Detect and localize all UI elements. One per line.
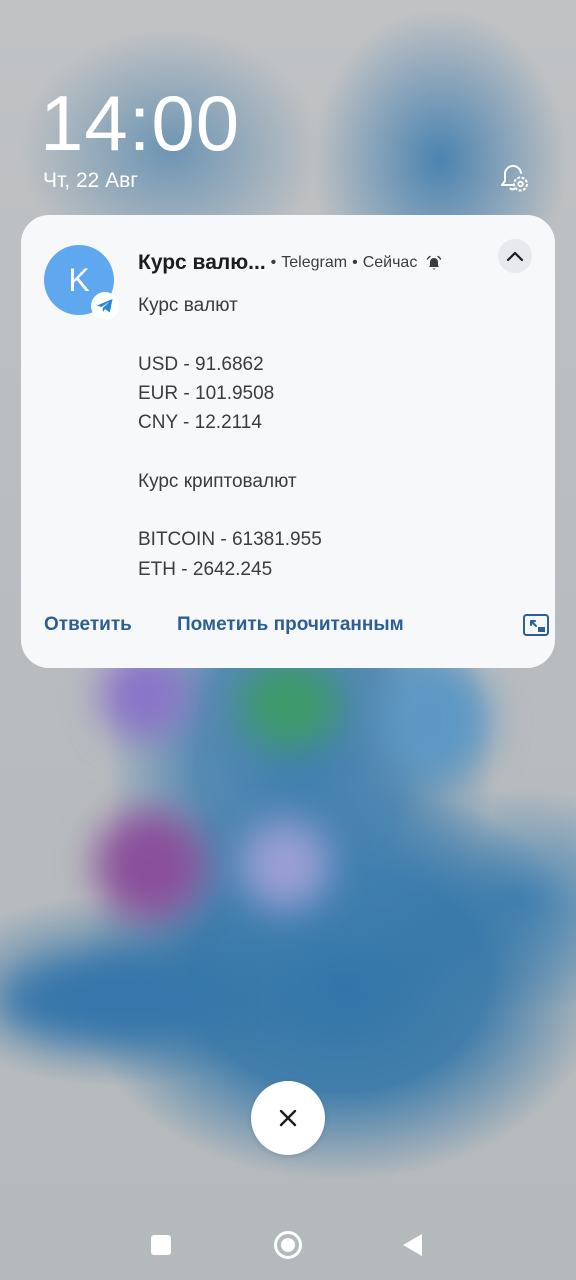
circle-home-icon (274, 1231, 302, 1259)
notification-header: Курс валю... • Telegram • Сейчас (138, 248, 483, 278)
message-line (138, 320, 528, 349)
message-line: BITCOIN - 61381.955 (138, 529, 322, 551)
wallpaper-blob (380, 660, 490, 780)
message-line: EUR - 101.9508 (138, 382, 275, 404)
message-line (138, 496, 528, 525)
bell-settings-icon[interactable] (495, 160, 531, 196)
separator-dot: • (270, 254, 277, 271)
chevron-up-icon[interactable] (498, 239, 532, 273)
message-line: Курс валют (138, 295, 238, 316)
telegram-icon (91, 292, 119, 320)
notification-time: Сейчас (362, 254, 418, 271)
close-icon (279, 1109, 297, 1127)
separator-dot: • (352, 254, 358, 271)
notification-message: Курс валют USD - 91.6862 EUR - 101.9508 … (138, 291, 528, 584)
lockscreen-clock: 14:00 (40, 79, 241, 167)
picture-in-picture-icon[interactable] (522, 612, 550, 638)
mark-read-button[interactable]: Пометить прочитанным (177, 610, 404, 640)
message-line: CNY - 12.2114 (138, 412, 262, 434)
wallpaper-blob (240, 820, 330, 910)
back-button[interactable] (401, 1232, 425, 1258)
dismiss-button[interactable] (251, 1081, 325, 1155)
wallpaper-blob (95, 810, 205, 920)
triangle-back-icon (403, 1234, 422, 1256)
lockscreen-date: Чт, 22 Авг (43, 169, 138, 192)
notification-sender: Курс валю... (138, 251, 266, 274)
message-line: ETH - 2642.245 (138, 558, 273, 580)
home-button[interactable] (273, 1230, 303, 1260)
notification-actions: Ответить Пометить прочитанным (44, 610, 549, 640)
message-line: Курс криптовалют (138, 470, 297, 492)
bell-icon (425, 254, 443, 272)
message-line: USD - 91.6862 (138, 353, 264, 375)
reply-button[interactable]: Ответить (44, 610, 132, 640)
notification-card[interactable]: K Курс валю... • Telegram • Сейчас Курс … (21, 215, 555, 668)
message-line (138, 437, 528, 466)
wallpaper-blob (0, 960, 220, 1040)
wallpaper-blob (240, 660, 340, 750)
app-name: Telegram (281, 254, 348, 271)
recents-button[interactable] (151, 1235, 171, 1255)
